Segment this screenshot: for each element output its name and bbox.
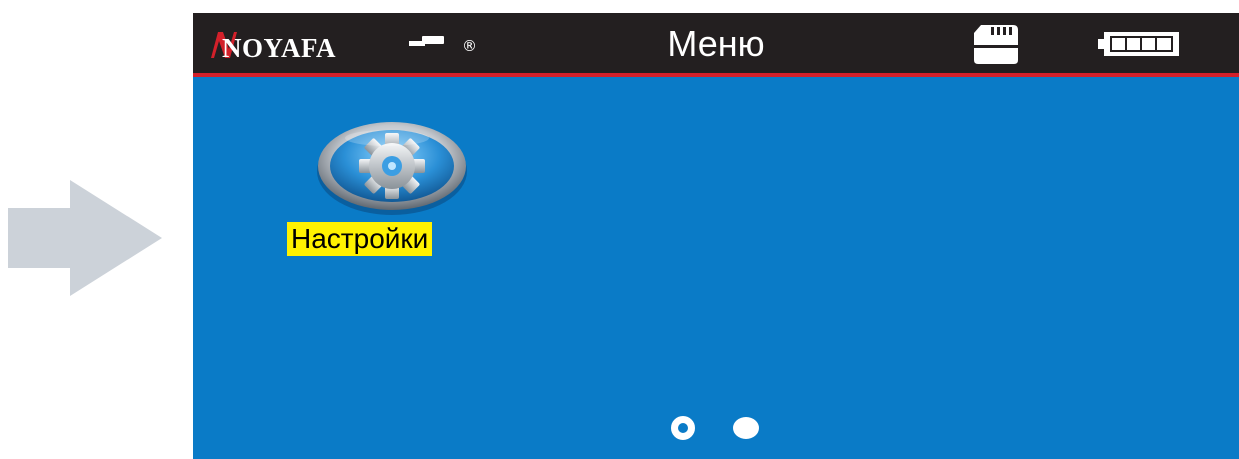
menu-item-settings[interactable]: Настройки [277, 121, 507, 261]
page-dot-1[interactable] [671, 416, 695, 440]
menu-item-settings-label: Настройки [287, 222, 433, 256]
page-indicator [671, 416, 771, 442]
page-title: Меню [667, 23, 765, 64]
device-screen: NOYAFA ® Меню Настройки [193, 13, 1239, 459]
top-bar: NOYAFA ® Меню [193, 13, 1239, 77]
page-dot-2[interactable] [733, 417, 759, 439]
next-arrow-icon[interactable] [8, 180, 162, 296]
battery-full-icon [1098, 32, 1179, 56]
sd-card-icon [974, 25, 1018, 64]
gear-icon [317, 122, 467, 215]
